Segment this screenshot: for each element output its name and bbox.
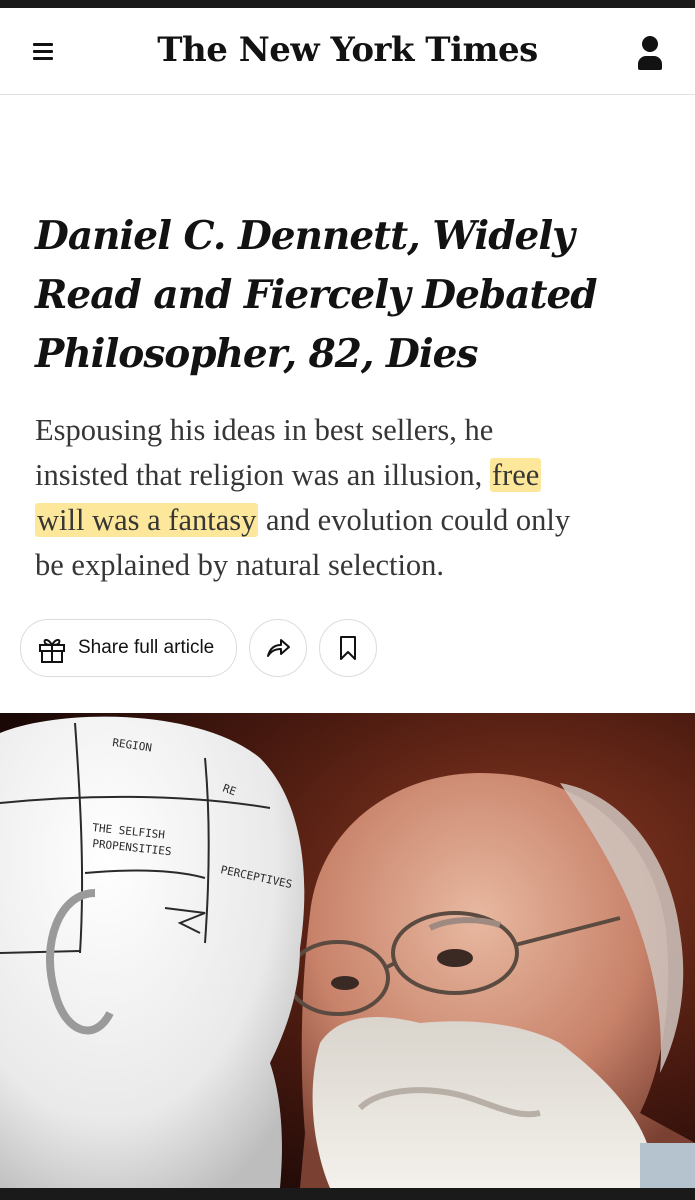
nyt-logo[interactable]: The New York Times — [150, 22, 545, 78]
person-icon-body — [638, 56, 662, 70]
headline-line-2: Read and Fiercely Debated — [35, 272, 598, 318]
article-lead-photo: REGION THE SELFISH PROPENSITIES PERCEPTI… — [0, 713, 695, 1188]
masthead: The New York Times — [0, 8, 695, 95]
summary-line-2: insisted that religion was an illusion, — [35, 458, 483, 492]
man-eye — [437, 949, 473, 967]
hamburger-bar — [33, 57, 53, 60]
article-headline: Daniel C. Dennett, Widely Read and Fierce… — [35, 207, 665, 384]
article-summary: Espousing his ideas in best sellers, he i… — [35, 408, 665, 588]
share-arrow-icon — [267, 639, 290, 657]
bookmark-icon — [340, 636, 356, 660]
dennett-phrenology-photo: REGION THE SELFISH PROPENSITIES PERCEPTI… — [0, 713, 695, 1188]
summary-line-4: be explained by natural selection. — [35, 548, 445, 582]
share-full-article-button[interactable]: Share full article — [20, 619, 237, 677]
summary-line-3: and evolution could only — [266, 503, 571, 537]
highlight-free: free — [489, 458, 542, 492]
top-status-strip — [0, 0, 695, 8]
share-full-article-label: Share full article — [78, 637, 215, 658]
man-eye-left — [331, 976, 359, 990]
shirt-collar — [640, 1143, 695, 1188]
share-button[interactable] — [249, 619, 307, 677]
hamburger-menu-icon — [33, 43, 53, 46]
summary-line-1: Espousing his ideas in best sellers, he — [35, 413, 494, 447]
headline-line-3: Philosopher, 82, Dies — [35, 331, 478, 377]
save-bookmark-button[interactable] — [319, 619, 377, 677]
hamburger-bar — [33, 50, 53, 53]
menu-button[interactable] — [24, 32, 64, 72]
bottom-strip — [0, 1188, 695, 1200]
highlight-will-fantasy: will was a fantasy — [35, 503, 259, 537]
account-button[interactable] — [626, 30, 674, 78]
headline-line-1: Daniel C. Dennett, Widely — [35, 213, 575, 259]
gift-icon — [39, 638, 65, 663]
person-icon-head — [642, 36, 658, 52]
